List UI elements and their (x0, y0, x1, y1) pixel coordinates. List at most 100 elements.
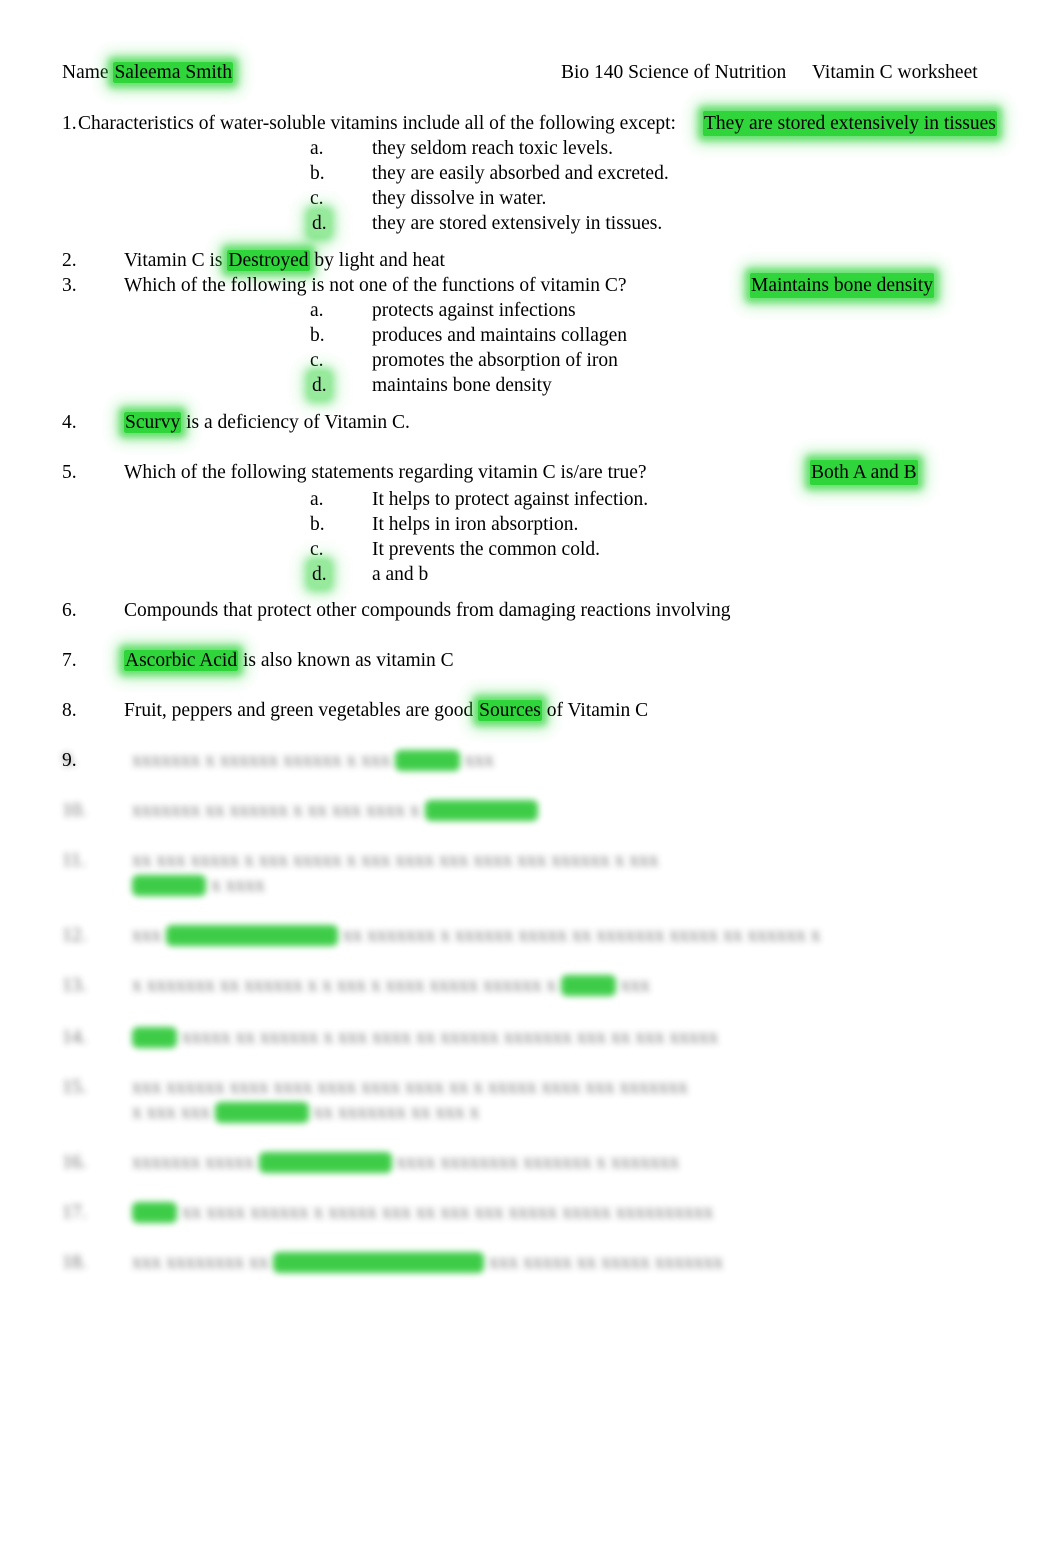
question-8-stem: Fruit, peppers and green vegetables are … (124, 698, 648, 723)
question-1-stem: Characteristics of water-soluble vitamin… (78, 113, 676, 134)
option-text: promotes the absorption of iron (372, 350, 618, 371)
option-letter: c. (310, 188, 324, 209)
redacted-row-number: 16. (62, 1152, 87, 1173)
question-8-number: 8. (62, 700, 77, 721)
worksheet-page: Name Saleema Smith Bio 140 Science of Nu… (0, 0, 1062, 1561)
question-3-answer: Maintains bone density (750, 273, 934, 298)
redacted-row-text: xxxx xx xxxx xxxxxx x xxxxx xxx xx xxx x… (132, 1200, 713, 1225)
question-4-stem-after: is a deficiency of Vitamin C. (186, 412, 410, 433)
redacted-row-text-cont: xxxxxxx x xxxx (132, 873, 265, 898)
redacted-row-text: xxx xxxxxxxxxxxxxxxxx xx xxxxxxx x xxxxx… (132, 923, 821, 948)
redacted-row-text: xxxxxxx xxxxx xxxxxxxxxxxxx xxxx xxxxxxx… (132, 1150, 679, 1175)
option-text: a and b (372, 564, 429, 585)
redacted-post: xxx (620, 975, 650, 996)
option-letter: c. (310, 539, 324, 560)
option-letter: a. (310, 300, 324, 321)
redacted-row-number: 18. (62, 1252, 87, 1273)
question-5-stem: Which of the following statements regard… (124, 462, 647, 483)
option-text: produces and maintains collagen (372, 325, 628, 346)
redacted-pre: xxx (132, 925, 162, 946)
option-letter: b. (310, 325, 325, 346)
redacted-highlight: xxxx (132, 1202, 177, 1223)
question-2-number: 2. (62, 250, 77, 271)
redacted-row-text: xxxxxxx xx xxxxxx x xx xxx xxxx x xxxxxx… (132, 798, 538, 823)
redacted-row-number: 15. (62, 1077, 87, 1098)
question-8-answer: Sources (478, 700, 542, 721)
question-6-number: 6. (62, 600, 77, 621)
redacted-highlight: xxxxxxxxxxxxxxxxx (166, 925, 338, 946)
redacted-highlight: xxxxxx (395, 750, 460, 771)
option-letter: a. (310, 138, 324, 159)
redacted-row-number: 12. (62, 925, 87, 946)
redacted-row-text: x xxxxxxx xx xxxxxx x x xxx x xxxx xxxxx… (132, 973, 650, 998)
option-letter-highlighted: d. (310, 373, 329, 398)
redacted-row-number: 10. (62, 800, 87, 821)
question-1-number: 1. (62, 113, 77, 134)
question-4-answer: Scurvy (124, 412, 182, 433)
option-text: protects against infections (372, 300, 576, 321)
question-7-stem-after: is also known as vitamin C (242, 650, 454, 671)
question-3-number: 3. (62, 275, 77, 296)
redacted-highlight: xxxxxxx (132, 875, 207, 896)
redacted-post: xxx xxxxx xx xxxxx xxxxxxx (489, 1252, 723, 1273)
redacted-row-number: 13. (62, 975, 87, 996)
option-letter: c. (310, 350, 324, 371)
redacted-post: xx xxxxxxx xx xxx x (313, 1102, 480, 1123)
redacted-row-number: 11. (62, 850, 86, 871)
question-8-stem-after: of Vitamin C (546, 700, 649, 721)
redacted-highlight: xxxxxxxxxxx (424, 800, 538, 821)
redacted-post: xxx (464, 750, 494, 771)
option-letter-highlighted: d. (310, 562, 329, 587)
question-6-stem: Compounds that protect other compounds f… (124, 600, 731, 621)
document-header: Name Saleema Smith Bio 140 Science of Nu… (62, 60, 1002, 88)
redacted-highlight: xxxx (132, 1027, 177, 1048)
option-text: they seldom reach toxic levels. (372, 138, 613, 159)
question-4-number: 4. (62, 412, 77, 433)
redacted-pre: x xxxxxxx xx xxxxxx x x xxx x xxxx xxxxx… (132, 975, 557, 996)
redacted-questions-section: 9. xxxxxxx x xxxxxx xxxxxx x xxx xxxxxx … (0, 735, 1062, 1295)
redacted-post: xx xxxx xxxxxx x xxxxx xxx xx xxx xxx xx… (181, 1202, 714, 1223)
option-letter: a. (310, 489, 324, 510)
option-text: they dissolve in water. (372, 188, 547, 209)
redacted-post: x xxxx (211, 875, 265, 896)
question-9-number: 9. (62, 750, 77, 771)
option-text: maintains bone density (372, 375, 552, 396)
redacted-row-number: 14. (62, 1027, 87, 1048)
redacted-row-text: xxxxxxx x xxxxxx xxxxxx x xxx xxxxxx xxx (132, 748, 494, 773)
question-5-answer: Both A and B (810, 460, 918, 485)
redacted-pre: xxxxxxx x xxxxxx xxxxxx x xxx (132, 750, 391, 771)
student-name-answer: Saleema Smith (113, 62, 233, 83)
redacted-pre: xxxxxxx xxxxx (132, 1152, 254, 1173)
redacted-highlight: xxxxxxxxx (214, 1102, 309, 1123)
question-7-answer: Ascorbic Acid (124, 650, 239, 671)
option-text: It helps to protect against infection. (372, 489, 649, 510)
question-4-stem: Scurvy is a deficiency of Vitamin C. (124, 410, 410, 435)
question-7-number: 7. (62, 650, 77, 671)
option-text: It prevents the common cold. (372, 539, 600, 560)
redacted-row-text: xxx xxxxxx xxxx xxxx xxxx xxxx xxxx xx x… (132, 1077, 688, 1098)
option-text: they are stored extensively in tissues. (372, 213, 663, 234)
question-5-number: 5. (62, 462, 77, 483)
redacted-post: xx xxxxxxx x xxxxxx xxxxx xx xxxxxxx xxx… (342, 925, 821, 946)
question-1-answer: They are stored extensively in tissues (703, 111, 997, 136)
option-letter: b. (310, 163, 325, 184)
redacted-highlight: xxxxxxxxxxxxx (258, 1152, 392, 1173)
question-2-answer: Destroyed (227, 250, 310, 271)
redacted-highlight: xxxxx (561, 975, 616, 996)
option-letter-highlighted: d. (310, 211, 329, 236)
redacted-row-text-cont: x xxx xxx xxxxxxxxx xx xxxxxxx xx xxx x (132, 1100, 479, 1125)
redacted-highlight: xxxxxxxxxxxxxxxxxxxxx (273, 1252, 485, 1273)
redacted-post: xxxx xxxxxxxx xxxxxxx x xxxxxxx (396, 1152, 680, 1173)
name-label: Name (62, 62, 109, 83)
question-3-stem: Which of the following is not one of the… (124, 275, 627, 296)
option-text: It helps in iron absorption. (372, 514, 579, 535)
worksheet-title: Vitamin C worksheet (812, 62, 978, 83)
question-2-stem: Vitamin C is Destroyed by light and heat (124, 248, 445, 273)
question-2-stem-before: Vitamin C is (124, 250, 223, 271)
redacted-pre: xxxxxxx xx xxxxxx x xx xxx xxxx x (132, 800, 420, 821)
redacted-row-text: xx xxx xxxxx x xxx xxxxx x xxx xxxx xxx … (132, 850, 659, 871)
redacted-pre: x xxx xxx (132, 1102, 210, 1123)
redacted-post: xxxxx xx xxxxxx x xxx xxxx xx xxxxxx xxx… (181, 1027, 719, 1048)
question-7-stem: Ascorbic Acid is also known as vitamin C (124, 648, 454, 673)
question-2-stem-after: by light and heat (314, 250, 445, 271)
